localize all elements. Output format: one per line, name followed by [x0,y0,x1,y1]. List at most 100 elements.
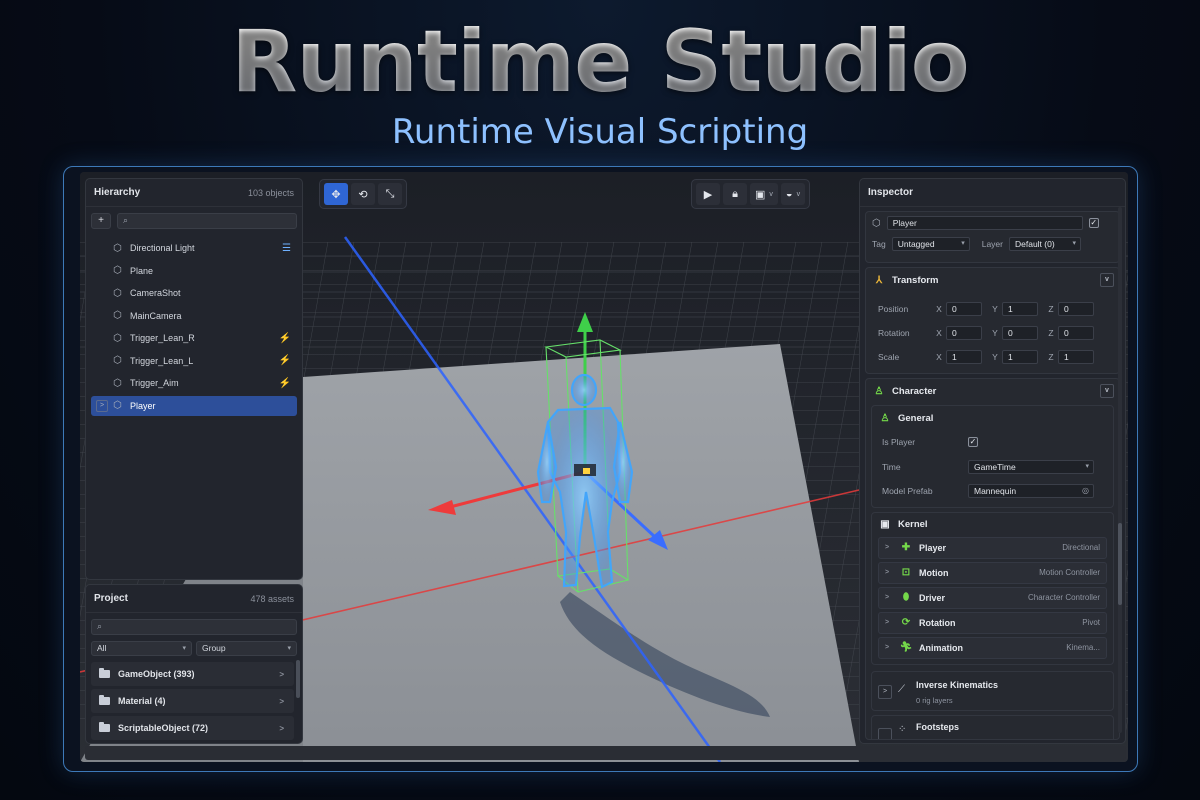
kernel-item-player[interactable]: > ✚ Player Directional [878,536,1107,559]
tree-item[interactable]: ⬡ Plane [91,261,297,281]
object-header: ⬡ Player ✓ Tag Untagged ▾ Layer Default … [865,211,1120,263]
move-tool-button[interactable]: ✥ [324,183,348,205]
time-dropdown[interactable]: GameTime ▾ [968,459,1094,474]
type-filter-dropdown[interactable]: All ▾ [91,641,192,656]
active-checkbox[interactable]: ✓ [1088,218,1099,228]
rotate-icon: ⟲ [358,188,368,201]
folder-icon [99,695,110,705]
cube-icon: ⬡ [113,242,122,254]
rotation-x-field[interactable]: 0 [946,326,982,340]
model-prefab-field[interactable]: Mannequin ◎ [968,484,1094,499]
expand-icon[interactable]: > [96,399,108,412]
position-y-field[interactable]: 1 [1002,302,1038,316]
scale-z-field[interactable]: 1 [1058,350,1094,364]
scale-x-field[interactable]: 1 [946,350,982,364]
running-icon: 🏃︎ [899,642,913,653]
layer-dropdown[interactable]: Default (0) ▾ [1008,237,1081,251]
collapse-button[interactable]: v [1100,384,1114,398]
bolt-icon: ⚡ [278,332,291,344]
kernel-item-label: Driver [919,592,946,603]
status-bar [85,746,1126,760]
inspector-title: Inspector [868,187,914,198]
kernel-item-label: Player [919,542,947,553]
project-search-input[interactable]: ⌕ [91,619,297,635]
caret-down-icon: ▾ [1072,240,1076,247]
rotation-label: Rotation [878,328,910,338]
folder-label: ScriptableObject (72) [118,723,209,733]
tree-item[interactable]: ⬡ Trigger_Lean_R ⚡ [91,328,297,348]
kernel-item-driver[interactable]: > ⬮ Driver Character Controller [878,586,1107,609]
scrollbar-thumb[interactable] [1118,523,1122,605]
position-x-field[interactable]: 0 [946,302,982,316]
transform-component: ⅄ Transform v Position X 0 Y 1 Z 0 Rotat… [865,267,1120,374]
project-title: Project [94,593,128,604]
folder-label: Material (4) [118,696,166,706]
tree-item[interactable]: ⬡ MainCamera [91,306,297,326]
tree-item[interactable]: ⬡ Directional Light ☰ [91,238,297,258]
footsteps-section[interactable]: ⁘ Footsteps [871,714,1114,739]
tree-item-label: Trigger_Lean_L [130,355,194,366]
hierarchy-search-input[interactable]: ⌕ [117,213,297,229]
kernel-item-rotation[interactable]: > ⟳ Rotation Pivot [878,611,1107,634]
editor-window: Hierarchy 103 objects + ⌕ ⬡ Directional … [80,172,1128,762]
inspector-scrollbar[interactable] [1118,207,1122,733]
project-scrollbar[interactable] [296,660,300,698]
snap-dropdown[interactable]: ▣ v [750,183,778,205]
transform-icon: ⅄ [875,274,883,286]
object-name-field[interactable]: Player [886,216,1083,230]
position-z-field[interactable]: 0 [1058,302,1094,316]
tree-item-label: MainCamera [130,310,182,321]
rotate-tool-button[interactable]: ⟲ [351,183,375,205]
folder-item[interactable]: Material (4) > [91,689,294,713]
target-icon[interactable]: ◎ [1082,485,1089,497]
shading-dropdown[interactable]: ◒ v [780,183,806,205]
character-title: Character [892,385,937,397]
ik-subtitle: 0 rig layers [916,695,953,705]
hero-title: Runtime Studio [0,12,1200,112]
character-icon: ♙ [874,385,884,397]
expand-button[interactable]: > [878,684,892,699]
cube-icon: ⬡ [113,265,122,276]
caret-down-icon: ▾ [287,645,291,652]
tree-item[interactable]: ⬡ Trigger_Lean_L ⚡ [91,351,297,371]
gamepad-icon: ✚ [901,542,911,553]
layer-value: Default (0) [1014,239,1055,249]
lock-button[interactable]: 🔒︎ [723,183,747,205]
shading-icon: ◒ [785,188,793,200]
folder-item[interactable]: GameObject (393) > [91,662,294,686]
search-icon: ⌕ [97,621,103,631]
group-filter-dropdown[interactable]: Group ▾ [196,641,297,656]
cube-icon: ⬡ [872,217,881,229]
inverse-kinematics-section[interactable]: > ⟋ Inverse Kinematics 0 rig layers [871,670,1114,711]
chevron-right-icon: > [279,696,284,706]
tree-item[interactable]: ⬡ Trigger_Aim ⚡ [91,373,297,393]
add-object-button[interactable]: + [91,213,111,229]
kernel-icon: ▣ [880,519,890,530]
is-player-checkbox[interactable]: ✓ [968,437,978,448]
scale-tool-button[interactable]: ⤡ [378,183,402,205]
capsule-icon: ⬮ [902,592,910,603]
scale-y-field[interactable]: 1 [1002,350,1038,364]
kernel-item-motion[interactable]: > ⊡ Motion Motion Controller [878,561,1107,584]
chevron-right-icon: > [885,569,890,576]
collapse-button[interactable]: v [1100,273,1114,287]
time-label: Time [882,461,901,472]
cube-icon: ⬡ [113,355,122,366]
folder-item[interactable]: ScriptableObject (72) > [91,716,294,740]
project-count: 478 assets [250,593,294,604]
rotation-y-field[interactable]: 0 [1002,326,1038,340]
tag-dropdown[interactable]: Untagged ▾ [891,237,970,251]
transform-toolbar: ✥ ⟲ ⤡ [319,179,407,209]
cube-icon: ⬡ [113,377,122,389]
kernel-item-animation[interactable]: > 🏃︎ Animation Kinema... [878,636,1107,659]
tree-item-selected[interactable]: > ⬡ Player [91,395,297,416]
play-button[interactable]: ▶ [696,183,720,205]
tree-item-label: Plane [130,265,154,276]
caret-down-icon: ▾ [961,240,965,247]
chevron-right-icon: > [885,544,890,551]
rotation-z-field[interactable]: 0 [1058,326,1094,340]
bolt-icon: ⚡ [278,377,291,389]
tree-item[interactable]: ⬡ CameraShot [91,283,297,303]
expand-button[interactable] [878,727,892,739]
snap-icon: ▣ [755,188,766,201]
